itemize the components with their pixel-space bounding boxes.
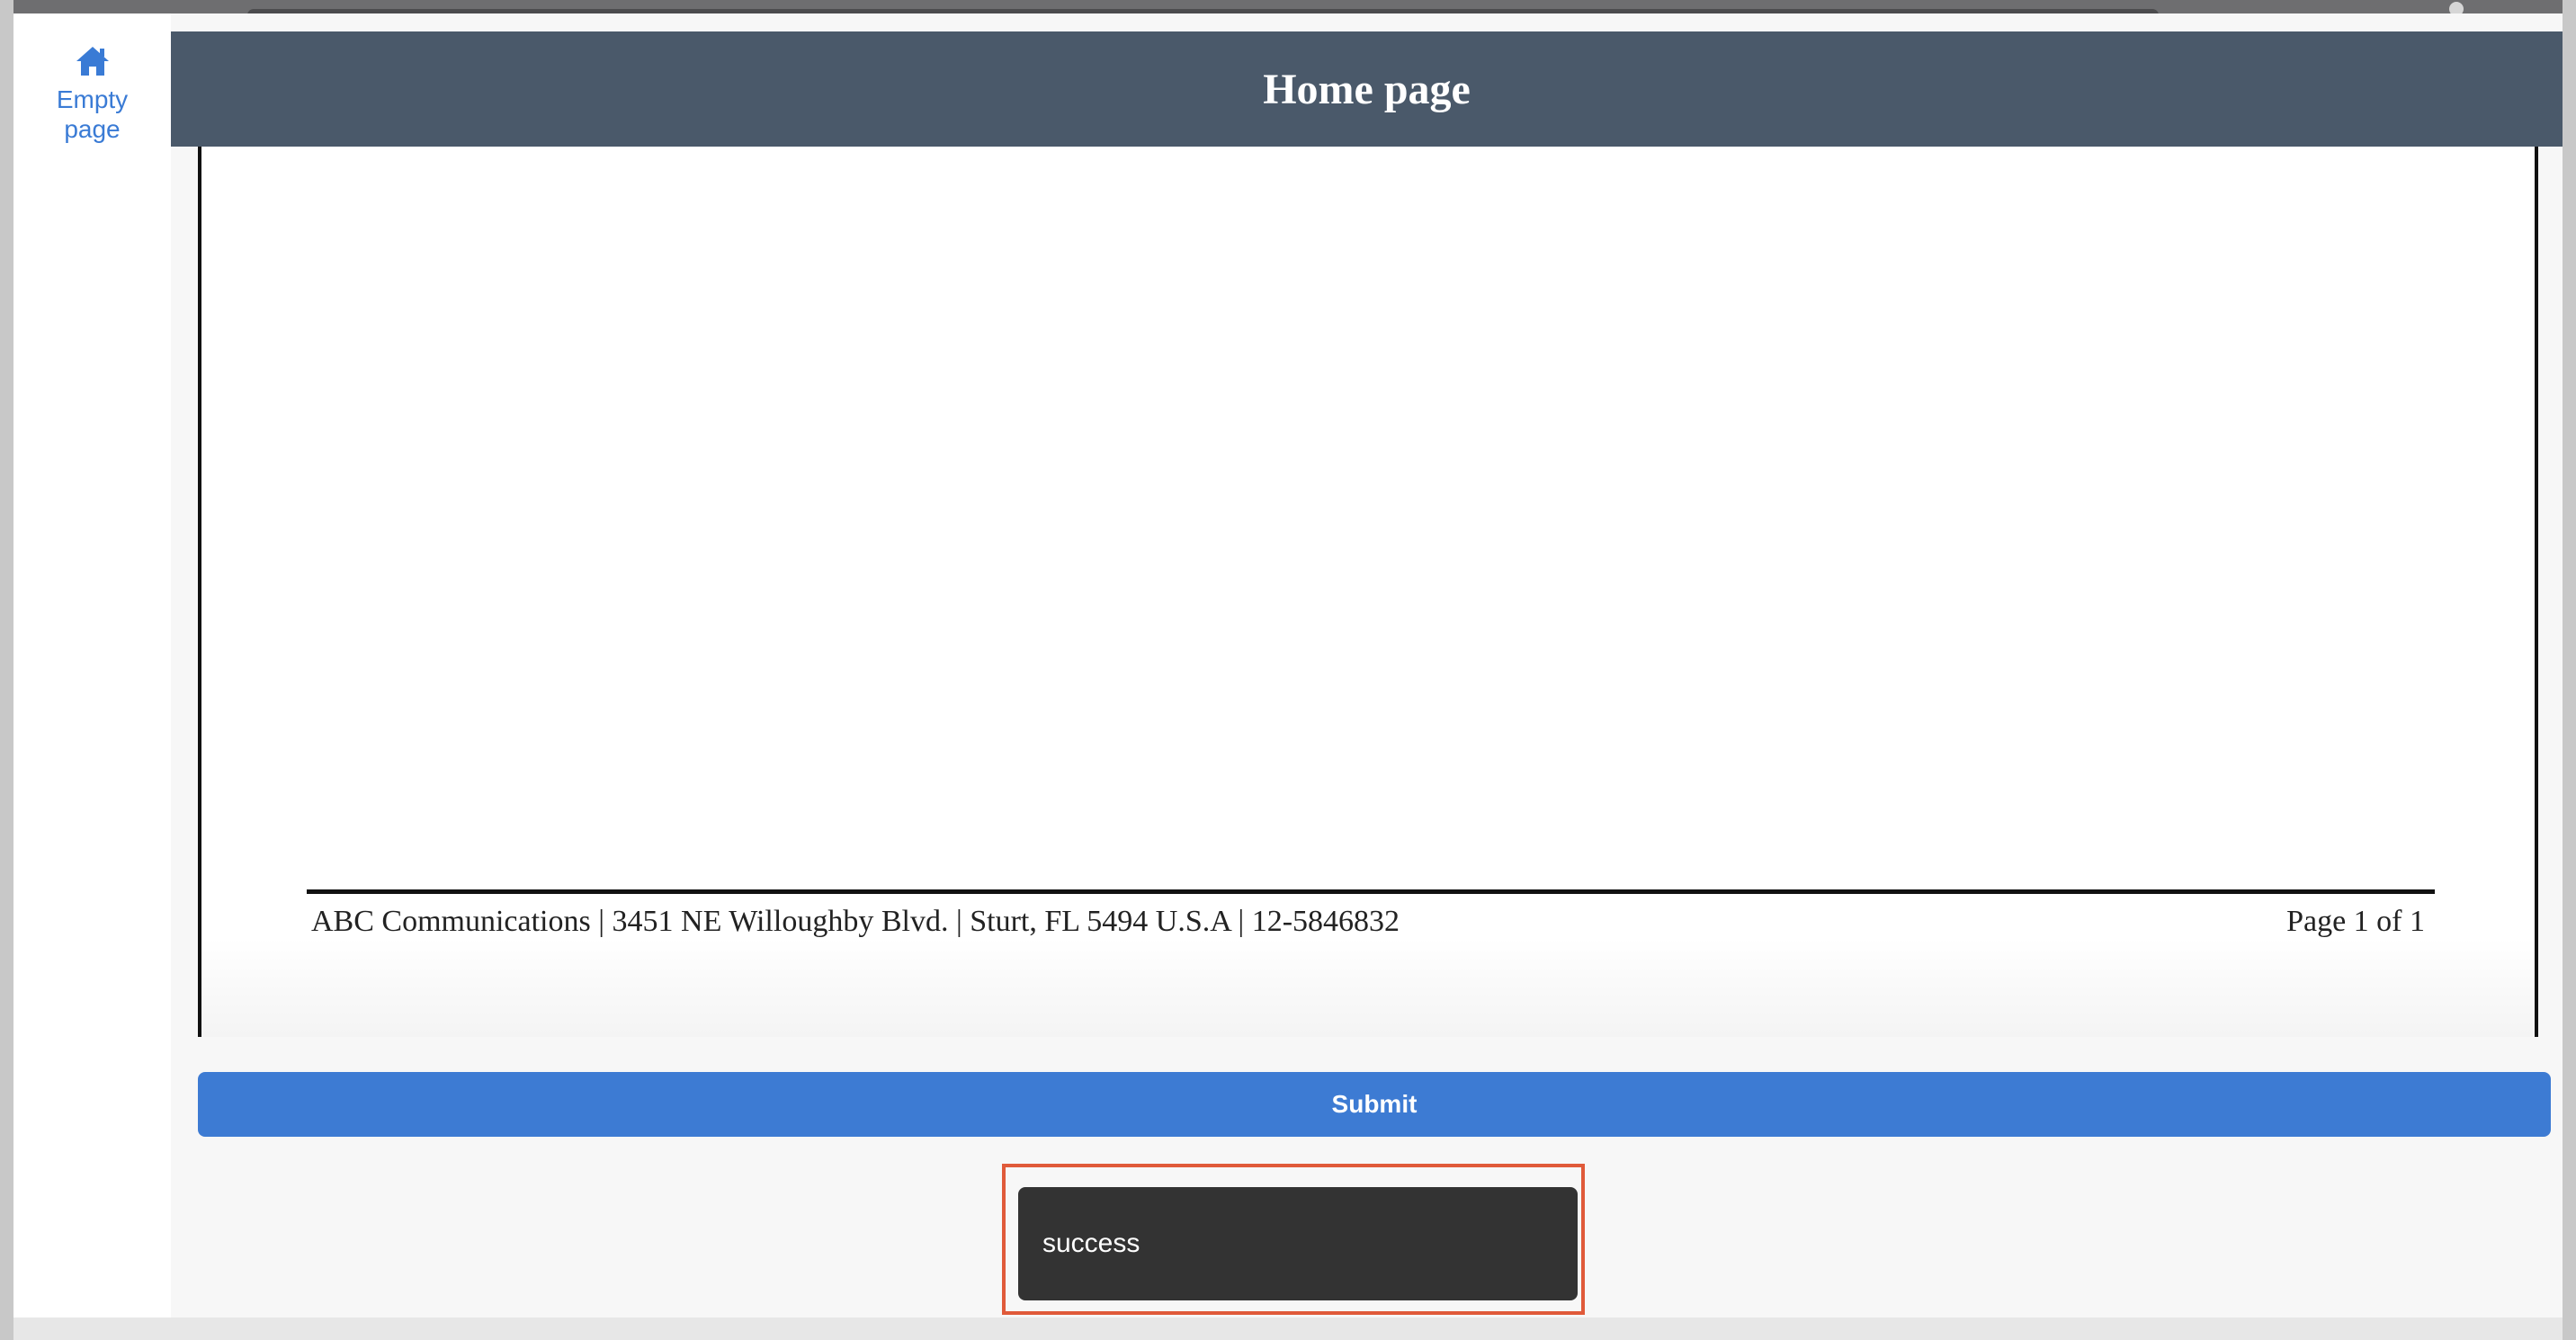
document-footer-address: ABC Communications | 3451 NE Willoughby … — [311, 905, 1400, 938]
document-footer-rule — [307, 889, 2435, 894]
sidebar: Empty page — [13, 13, 172, 1318]
document-page-number: Page 1 of 1 — [2286, 905, 2425, 938]
toast-notification: success — [1018, 1187, 1578, 1300]
toast-highlight-box: success — [1002, 1164, 1585, 1315]
app-frame: Empty page Home page ABC Communications … — [13, 13, 2563, 1318]
toast-message: success — [1042, 1228, 1140, 1258]
page-title: Home page — [1263, 65, 1471, 113]
page-header: Home page — [171, 31, 2563, 147]
window-bottom-edge — [13, 1318, 2563, 1340]
main-content: Home page ABC Communications | 3451 NE W… — [171, 13, 2563, 1318]
sidebar-item-empty-page[interactable]: Empty page — [13, 45, 171, 144]
document-viewer[interactable]: ABC Communications | 3451 NE Willoughby … — [198, 147, 2538, 1037]
sidebar-item-label: Empty page — [56, 85, 129, 143]
home-icon — [76, 47, 109, 76]
submit-button[interactable]: Submit — [198, 1072, 2551, 1137]
